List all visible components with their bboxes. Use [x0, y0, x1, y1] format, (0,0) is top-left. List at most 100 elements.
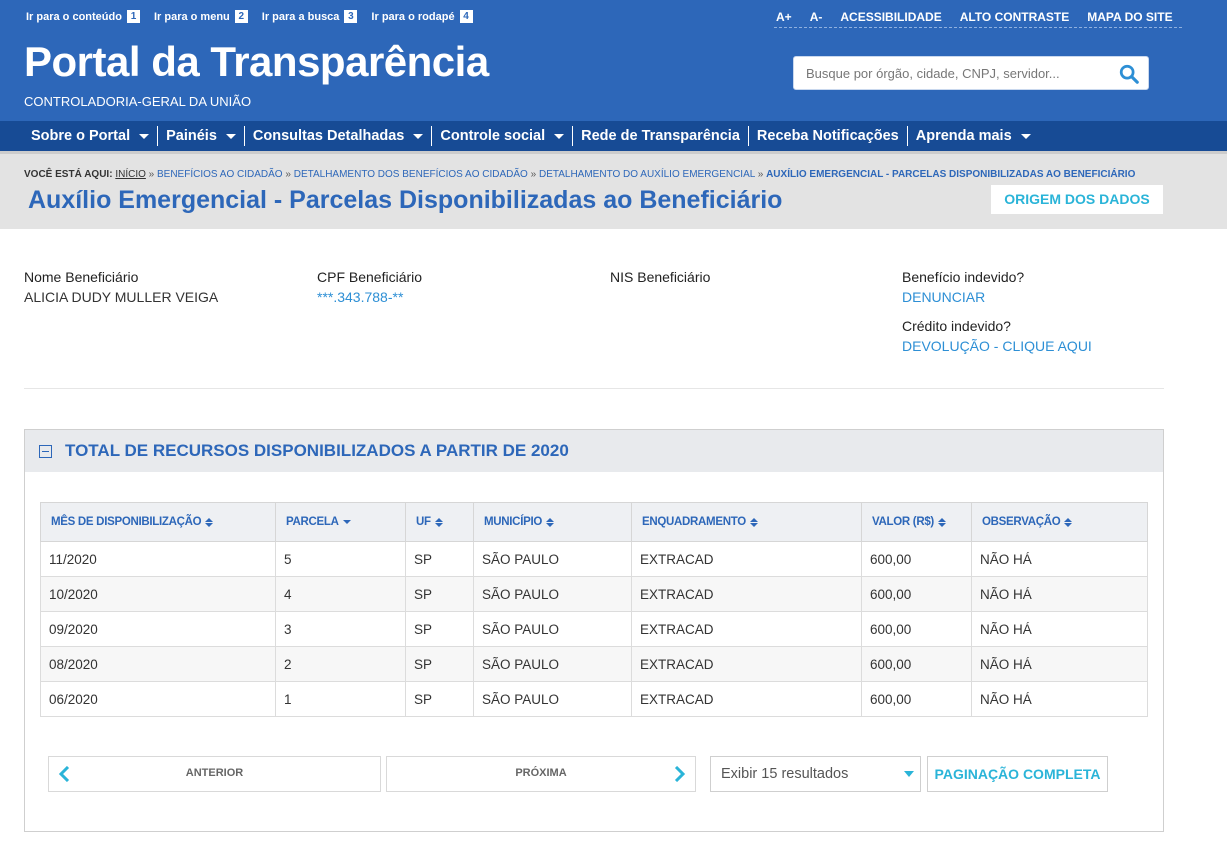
- breadcrumb-link[interactable]: DETALHAMENTO DO AUXÍLIO EMERGENCIAL: [539, 169, 755, 180]
- breadcrumb-link[interactable]: BENEFÍCIOS AO CIDADÃO: [157, 169, 283, 180]
- skip-link-number: 2: [234, 10, 248, 23]
- breadcrumb-link[interactable]: DETALHAMENTO DOS BENEFÍCIOS AO CIDADÃO: [294, 169, 528, 180]
- accessibility-links: A+ A- ACESSIBILIDADE ALTO CONTRASTE MAPA…: [774, 10, 1182, 28]
- page-size-select[interactable]: Exibir 15 resultados: [710, 756, 921, 792]
- skip-link-label: Ir para o menu: [153, 10, 230, 23]
- sort-icon: [434, 517, 443, 527]
- resources-panel: TOTAL DE RECURSOS DISPONIBILIZADOS A PAR…: [24, 429, 1164, 832]
- breadcrumb-separator: »: [148, 169, 155, 180]
- table-row: 11/2020 5 SP SÃO PAULO EXTRACAD 600,00 N…: [40, 541, 1148, 577]
- table-cell: SÃO PAULO: [473, 541, 632, 577]
- nav-label: Aprenda mais: [915, 128, 1012, 144]
- column-header-value[interactable]: VALOR (R$): [861, 502, 972, 542]
- table-cell: EXTRACAD: [631, 541, 862, 577]
- page-title: Auxílio Emergencial - Parcelas Disponibi…: [28, 186, 783, 214]
- skip-link-number: 4: [459, 10, 473, 23]
- report-block: Benefício indevido? DENUNCIAR Crédito in…: [902, 269, 1092, 354]
- collapse-icon[interactable]: [39, 444, 52, 458]
- previous-page-label: ANTERIOR: [185, 767, 244, 779]
- column-header-uf[interactable]: UF: [405, 502, 474, 542]
- skip-link-number: 1: [126, 10, 140, 23]
- skip-to-content-link[interactable]: Ir para o conteúdo 1: [26, 10, 140, 23]
- table-cell: SÃO PAULO: [473, 611, 632, 647]
- table-cell: 600,00: [861, 611, 972, 647]
- beneficiary-cpf-link[interactable]: ***.343.788-**: [317, 289, 403, 305]
- nav-rede-de-transparencia[interactable]: Rede de Transparência: [573, 126, 749, 146]
- table-cell: 600,00: [861, 681, 972, 717]
- column-header-label: VALOR (R$): [872, 516, 934, 528]
- skip-to-menu-link[interactable]: Ir para o menu 2: [154, 10, 248, 23]
- column-header-installment[interactable]: PARCELA: [275, 502, 406, 542]
- table-cell: NÃO HÁ: [971, 646, 1148, 682]
- breadcrumb-separator: »: [285, 169, 291, 180]
- undue-benefit-label: Benefício indevido?: [902, 269, 1025, 285]
- table-header-row: MÊS DE DISPONIBILIZAÇÃO PARCELA UF MUNIC…: [40, 502, 1148, 542]
- table-cell: SP: [405, 681, 474, 717]
- table-cell: 10/2020: [40, 576, 276, 612]
- nav-consultas-detalhadas[interactable]: Consultas Detalhadas: [245, 126, 433, 146]
- skip-to-footer-link[interactable]: Ir para o rodapé 4: [371, 10, 473, 23]
- nav-sobre-o-portal[interactable]: Sobre o Portal: [23, 126, 159, 146]
- nav-aprenda-mais[interactable]: Aprenda mais: [908, 126, 1039, 146]
- column-header-label: PARCELA: [286, 516, 339, 528]
- breadcrumb-home-link[interactable]: INÍCIO: [115, 169, 146, 180]
- chevron-down-icon: [413, 133, 424, 139]
- column-header-month[interactable]: MÊS DE DISPONIBILIZAÇÃO: [40, 502, 276, 542]
- sort-icon: [937, 517, 946, 527]
- site-subtitle: CONTROLADORIA-GERAL DA UNIÃO: [24, 94, 252, 109]
- font-decrease-link[interactable]: A-: [810, 10, 823, 24]
- chevron-down-icon: [1020, 133, 1031, 139]
- table-cell: 11/2020: [40, 541, 276, 577]
- column-header-label: ENQUADRAMENTO: [642, 516, 746, 528]
- table-row: 08/2020 2 SP SÃO PAULO EXTRACAD 600,00 N…: [40, 646, 1148, 682]
- previous-page-button[interactable]: ANTERIOR: [48, 756, 381, 792]
- table-cell: 1: [275, 681, 406, 717]
- report-link[interactable]: DENUNCIAR: [902, 289, 985, 305]
- nav-label: Rede de Transparência: [581, 128, 740, 144]
- table-cell: NÃO HÁ: [971, 681, 1148, 717]
- data-origin-button[interactable]: ORIGEM DOS DADOS: [991, 185, 1163, 214]
- site-map-link[interactable]: MAPA DO SITE: [1087, 10, 1172, 24]
- beneficiary-cpf-block: CPF Beneficiário ***.343.788-**: [317, 269, 422, 305]
- nav-label: Receba Notificações: [756, 128, 899, 144]
- column-header-label: UF: [416, 516, 431, 528]
- nav-receba-notificacoes[interactable]: Receba Notificações: [749, 126, 908, 146]
- accessibility-link[interactable]: ACESSIBILIDADE: [840, 10, 941, 24]
- beneficiary-name-value: ALICIA DUDY MULLER VEIGA: [24, 289, 219, 305]
- search-input[interactable]: [794, 57, 1104, 89]
- panel-header[interactable]: TOTAL DE RECURSOS DISPONIBILIZADOS A PAR…: [25, 430, 1163, 472]
- breadcrumb-prefix: VOCÊ ESTÁ AQUI:: [24, 169, 113, 180]
- column-header-observation[interactable]: OBSERVAÇÃO: [971, 502, 1148, 542]
- table-row: 10/2020 4 SP SÃO PAULO EXTRACAD 600,00 N…: [40, 576, 1148, 612]
- table-cell: EXTRACAD: [631, 681, 862, 717]
- site-title[interactable]: Portal da Transparência: [24, 38, 489, 86]
- table-cell: SÃO PAULO: [473, 681, 632, 717]
- breadcrumb-current: AUXÍLIO EMERGENCIAL - PARCELAS DISPONIBI…: [766, 169, 1136, 180]
- skip-to-search-link[interactable]: Ir para a busca 3: [262, 10, 358, 23]
- table-row: 09/2020 3 SP SÃO PAULO EXTRACAD 600,00 N…: [40, 611, 1148, 647]
- table-cell: SP: [405, 576, 474, 612]
- table-cell: EXTRACAD: [631, 576, 862, 612]
- search-box: [793, 56, 1149, 90]
- skip-links: Ir para o conteúdo 1 Ir para o menu 2 Ir p…: [26, 10, 487, 23]
- table-row: 06/2020 1 SP SÃO PAULO EXTRACAD 600,00 N…: [40, 681, 1148, 717]
- table-cell: EXTRACAD: [631, 646, 862, 682]
- table-cell: 08/2020: [40, 646, 276, 682]
- refund-link[interactable]: DEVOLUÇÃO - CLIQUE AQUI: [902, 338, 1092, 354]
- search-icon[interactable]: [1118, 63, 1140, 85]
- column-header-label: MUNICÍPIO: [484, 516, 542, 528]
- next-page-button[interactable]: PRÓXIMA: [386, 756, 696, 792]
- beneficiary-name-block: Nome Beneficiário ALICIA DUDY MULLER VEI…: [24, 269, 218, 305]
- high-contrast-link[interactable]: ALTO CONTRASTE: [960, 10, 1070, 24]
- font-increase-link[interactable]: A+: [776, 10, 792, 24]
- nav-paineis[interactable]: Painéis: [158, 126, 245, 146]
- full-pagination-button[interactable]: PAGINAÇÃO COMPLETA: [927, 756, 1108, 792]
- table-cell: NÃO HÁ: [971, 541, 1148, 577]
- table-cell: 2: [275, 646, 406, 682]
- nav-controle-social[interactable]: Controle social: [432, 126, 574, 146]
- column-header-classification[interactable]: ENQUADRAMENTO: [631, 502, 862, 542]
- page-header-band: VOCÊ ESTÁ AQUI: INÍCIO » BENEFÍCIOS AO C…: [0, 151, 1227, 229]
- column-header-city[interactable]: MUNICÍPIO: [473, 502, 632, 542]
- undue-credit-label: Crédito indevido?: [902, 318, 1011, 334]
- sort-icon: [749, 517, 758, 527]
